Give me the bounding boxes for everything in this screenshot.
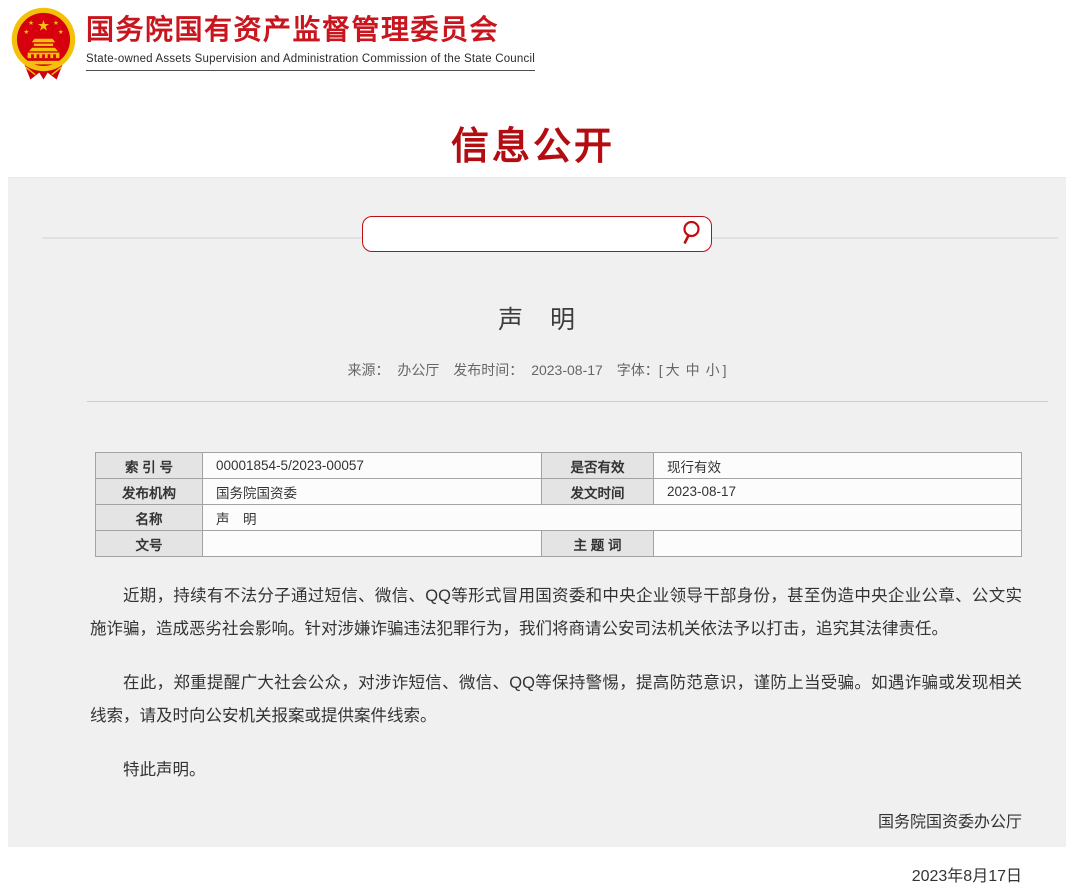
svg-text:★: ★ [58,29,64,36]
table-row: 发布机构 国务院国资委 发文时间 2023-08-17 [96,479,1022,505]
divider [87,401,1048,402]
meta-bracket-open: [ [659,362,663,378]
svg-text:★: ★ [37,19,50,35]
page-title: 信息公开 [0,115,1066,170]
font-size-small[interactable]: 小 [706,362,720,378]
paragraph: 在此，郑重提醒广大社会公众，对涉诈短信、微信、QQ等保持警惕，提高防范意识，谨防… [90,667,1022,733]
search-button[interactable] [669,217,711,251]
table-value-doc-number [203,531,542,557]
site-header: ★ ★ ★ ★ ★ 国务院国有资产监督管理委员会 State-owned Ass… [0,0,1066,84]
table-label-doc-number: 文号 [96,531,203,557]
table-value-validity: 现行有效 [654,453,1022,479]
table-row: 文号 主 题 词 [96,531,1022,557]
search-icon [677,219,704,249]
font-size-large[interactable]: 大 [666,362,680,378]
table-label-validity: 是否有效 [542,453,654,479]
article-title: 声 明 [8,300,1066,336]
site-title: 国务院国有资产监督管理委员会 [86,15,535,46]
content-panel: 声 明 来源： 办公厅 发布时间： 2023-08-17 字体：[大中小] 索 … [8,177,1066,847]
meta-bracket-close: ] [723,362,727,378]
header-text: 国务院国有资产监督管理委员会 State-owned Assets Superv… [86,6,535,71]
signature: 国务院国资委办公厅 [90,808,1022,832]
paragraph: 特此声明。 [90,754,1022,787]
paragraph: 近期，持续有不法分子通过短信、微信、QQ等形式冒用国资委和中央企业领导干部身份，… [90,580,1022,646]
meta-source-value: 办公厅 [397,362,439,378]
search-box [362,216,712,252]
national-emblem-icon: ★ ★ ★ ★ ★ [9,6,78,84]
table-row: 索 引 号 00001854-5/2023-00057 是否有效 现行有效 [96,453,1022,479]
meta-time-value: 2023-08-17 [531,362,603,378]
table-value-name: 声 明 [203,505,1022,531]
article-meta: 来源： 办公厅 发布时间： 2023-08-17 字体：[大中小] [8,360,1066,380]
article-date: 2023年8月17日 [90,862,1022,886]
table-value-index-number: 00001854-5/2023-00057 [203,453,542,479]
meta-font-label: 字体： [617,362,659,378]
font-size-medium[interactable]: 中 [686,362,700,378]
table-value-issuer: 国务院国资委 [203,479,542,505]
table-label-index-number: 索 引 号 [96,453,203,479]
svg-text:★: ★ [23,29,29,36]
site-subtitle: State-owned Assets Supervision and Admin… [86,53,535,71]
table-value-keywords [654,531,1022,557]
search-input[interactable] [363,217,669,251]
table-label-name: 名称 [96,505,203,531]
svg-text:★: ★ [53,20,59,27]
table-row: 名称 声 明 [96,505,1022,531]
table-label-issue-date: 发文时间 [542,479,654,505]
meta-time-label: 发布时间： [453,362,523,378]
table-label-keywords: 主 题 词 [542,531,654,557]
search-row [8,178,1066,290]
article-body: 近期，持续有不法分子通过短信、微信、QQ等形式冒用国资委和中央企业领导干部身份，… [90,580,1022,886]
table-value-issue-date: 2023-08-17 [654,479,1022,505]
svg-text:★: ★ [28,20,34,27]
meta-source-label: 来源： [348,362,390,378]
info-table: 索 引 号 00001854-5/2023-00057 是否有效 现行有效 发布… [95,452,1022,557]
table-label-issuer: 发布机构 [96,479,203,505]
